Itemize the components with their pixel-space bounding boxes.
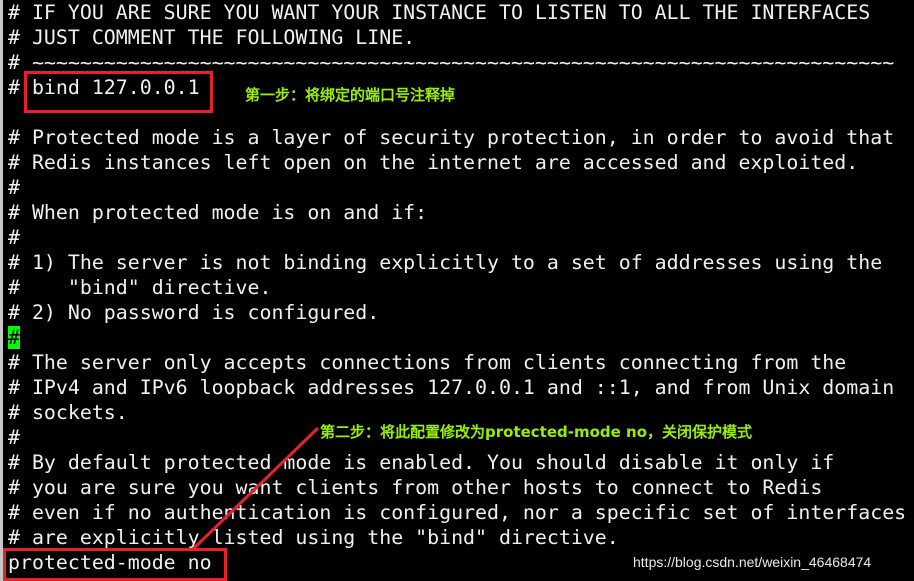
- watermark: https://blog.csdn.net/weixin_46468474: [633, 554, 872, 570]
- annotation-step1: 第一步：将绑定的端口号注释掉: [245, 86, 456, 104]
- annotation-step2: 第二步：将此配置修改为protected-mode no，关闭保护模式: [320, 423, 753, 441]
- annotation-arrow: [190, 426, 320, 552]
